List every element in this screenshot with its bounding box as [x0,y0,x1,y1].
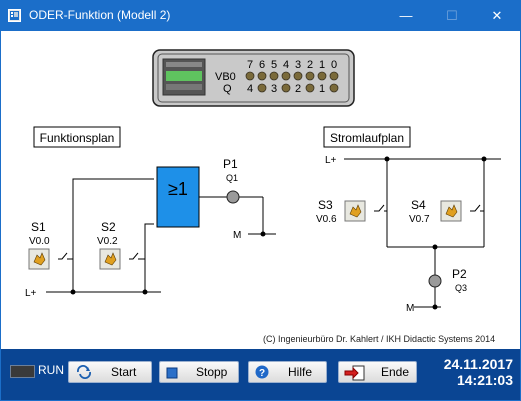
bit-3: 3 [295,59,301,71]
start-button[interactable]: Start [68,361,152,383]
exit-icon [344,365,365,381]
bit-1: 1 [319,59,325,71]
q-bit-3: 3 [271,83,277,95]
or-gate-label: ≥1 [168,179,188,199]
funktionsplan-title: Funktionsplan [40,131,115,145]
p1-name: P1 [223,157,238,171]
s2-contact [129,252,145,260]
s4-name: S4 [411,198,426,212]
date-text: 24.11.2017 [443,356,513,372]
bit-7: 7 [247,59,253,71]
datetime-display: 24.11.2017 14:21:03 [433,356,513,388]
s3-name: S3 [318,198,333,212]
time-text: 14:21:03 [456,372,513,388]
fup-m-label: M [233,230,241,241]
s4-button[interactable] [440,200,462,222]
s1-contact [58,252,73,260]
maximize-button[interactable]: ☐ [430,1,474,31]
q-bit-4: 4 [247,83,253,95]
svg-text:?: ? [259,368,265,379]
or-gate: ≥1 [156,166,200,228]
s3-address: V0.6 [316,214,337,225]
p2-name: P2 [452,267,467,281]
app-window: ODER-Funktion (Modell 2) — ☐ ✕ 7 6 5 4 3… [0,0,521,401]
s2-name: S2 [101,220,116,234]
q-bit-1: 1 [319,83,325,95]
start-icon [77,365,91,379]
stromlauf-wires [344,158,501,308]
stopp-button[interactable]: Stopp [159,361,239,383]
run-label: RUN [38,363,64,377]
fup-lplus-label: L+ [25,288,37,299]
s2-address: V0.2 [97,236,118,247]
s4-contact [470,204,484,212]
p2-lamp [428,274,442,288]
bit-5: 5 [271,59,277,71]
run-indicator [10,365,35,378]
copyright-text: (C) Ingenieurbüro Dr. Kahlert / IKH Dida… [263,334,496,344]
main-content: 7 6 5 4 3 2 1 0 VB0 Q 4 3 2 1 Funktionsp… [1,31,520,358]
stromlauf-m-label: M [406,303,414,314]
stop-icon [166,367,178,379]
hilfe-label: Hilfe [288,365,313,379]
s2-button[interactable] [99,248,121,270]
s3-button[interactable] [344,200,366,222]
p1-lamp [226,190,240,204]
p2-address: Q3 [455,283,467,293]
close-button[interactable]: ✕ [475,1,519,31]
window-title: ODER-Funktion (Modell 2) [29,8,171,22]
s4-address: V0.7 [409,214,430,225]
start-label: Start [111,365,137,379]
s1-name: S1 [31,220,46,234]
bit-0: 0 [331,59,337,71]
diagram-canvas: 7 6 5 4 3 2 1 0 VB0 Q 4 3 2 1 Funktionsp… [25,49,501,314]
app-icon [8,9,21,22]
stromlaufplan-title: Stromlaufplan [330,131,404,145]
s1-address: V0.0 [29,236,50,247]
help-icon: ? [255,365,269,379]
stopp-label: Stopp [196,365,228,379]
ende-button[interactable]: Ende [338,361,417,383]
title-bar: ODER-Funktion (Modell 2) — ☐ ✕ [1,1,520,31]
bit-6: 6 [259,59,265,71]
s1-button[interactable] [28,248,50,270]
vb0-label: VB0 [215,71,236,83]
q-label: Q [223,83,232,95]
q-bit-2: 2 [295,83,301,95]
p1-address: Q1 [226,173,238,183]
bit-2: 2 [307,59,313,71]
bit-4: 4 [283,59,289,71]
stromlauf-lplus-label: L+ [325,155,337,166]
ende-label: Ende [381,365,410,379]
hilfe-button[interactable]: ? Hilfe [248,361,327,383]
minimize-button[interactable]: — [384,1,428,31]
s3-contact [374,204,387,212]
